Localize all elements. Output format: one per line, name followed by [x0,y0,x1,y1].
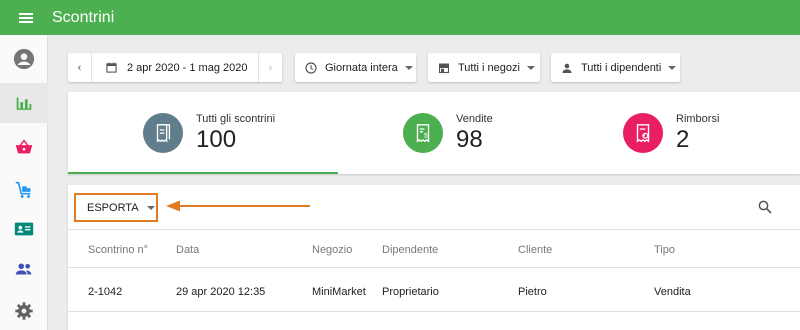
sidebar-item-employees[interactable] [0,209,48,249]
stat-all-receipts[interactable]: Tutti gli scontrini 100 [143,92,275,174]
date-range-picker: ‹ 2 apr 2020 - 1 mag 2020 › [68,53,282,82]
inventory-icon [15,181,31,198]
person-icon [562,63,572,73]
account-icon [13,48,35,70]
stat-sales[interactable]: $ Vendite 98 [403,92,493,174]
search-icon[interactable] [756,198,774,216]
active-stat-indicator [68,172,338,174]
column-header[interactable]: Negozio [312,244,352,256]
store-filter-dropdown[interactable]: Tutti i negozi [428,53,540,82]
stat-label: Rimborsi [676,113,720,125]
date-cell: 29 apr 2020 12:35 [176,286,266,298]
menu-icon[interactable] [0,0,52,35]
page-title: Scontrini [52,8,115,26]
store-icon [438,63,450,73]
receipts-icon [143,113,183,153]
basket-icon [15,139,33,154]
store-filter-label: Tutti i negozi [458,61,520,74]
refund-receipt-icon [623,113,663,153]
type-cell: Vendita [654,286,691,298]
sidebar [0,35,48,330]
clock-icon [305,61,317,74]
previous-period-button[interactable]: ‹ [68,53,92,82]
sidebar-item-settings[interactable] [0,291,48,330]
stat-label: Tutti gli scontrini [196,113,276,125]
sidebar-item-inventory[interactable] [0,170,48,210]
export-label: ESPORTA [87,201,139,214]
app-bar: Scontrini [0,0,800,35]
chevron-down-icon [404,65,413,70]
receipts-table-card: ESPORTA Scontrino n° Data Negozio Dipend… [68,185,800,330]
reports-icon [16,97,32,110]
column-header[interactable]: Data [176,244,199,256]
store-cell: MiniMarket [312,286,366,298]
column-header[interactable]: Dipendente [382,244,438,256]
row-divider [68,267,800,268]
calendar-icon [106,62,117,73]
employee-cell: Proprietario [382,286,439,298]
column-header[interactable]: Scontrino n° [88,244,148,256]
svg-text:$: $ [424,133,428,140]
sidebar-item-reports[interactable] [0,83,48,123]
sidebar-item-account[interactable] [0,39,48,79]
chevron-down-icon [668,65,677,70]
column-header[interactable]: Tipo [654,244,675,256]
pointer-arrow-icon [166,200,310,212]
column-header[interactable]: Cliente [518,244,552,256]
date-range-button[interactable]: 2 apr 2020 - 1 mag 2020 [92,62,258,74]
chevron-down-icon [526,65,535,70]
export-button[interactable]: ESPORTA [74,193,158,222]
stat-value: 100 [196,126,237,153]
employee-filter-dropdown[interactable]: Tutti i dipendenti [551,53,680,82]
time-filter-dropdown[interactable]: Giornata intera [295,53,416,82]
row-divider [68,311,800,312]
summary-card: Tutti gli scontrini 100 $ Vendite 98 Rim… [68,92,800,174]
stat-label: Vendite [456,113,493,125]
settings-icon [15,302,33,320]
header-divider [68,229,800,230]
next-period-button[interactable]: › [258,53,282,82]
customer-cell: Pietro [518,286,547,298]
chevron-down-icon [146,205,155,210]
stat-value: 98 [456,126,483,153]
time-filter-label: Giornata intera [325,61,398,74]
receipt-number-cell: 2-1042 [88,286,123,298]
employee-card-icon [14,222,34,236]
employee-filter-label: Tutti i dipendenti [581,61,662,74]
sidebar-item-items[interactable] [0,127,48,167]
sales-receipt-icon: $ [403,113,443,153]
date-range-label: 2 apr 2020 - 1 mag 2020 [127,61,248,74]
stat-refunds[interactable]: Rimborsi 2 [623,92,719,174]
stat-value: 2 [676,126,690,153]
customers-icon [15,263,32,275]
sidebar-item-customers[interactable] [0,249,48,289]
